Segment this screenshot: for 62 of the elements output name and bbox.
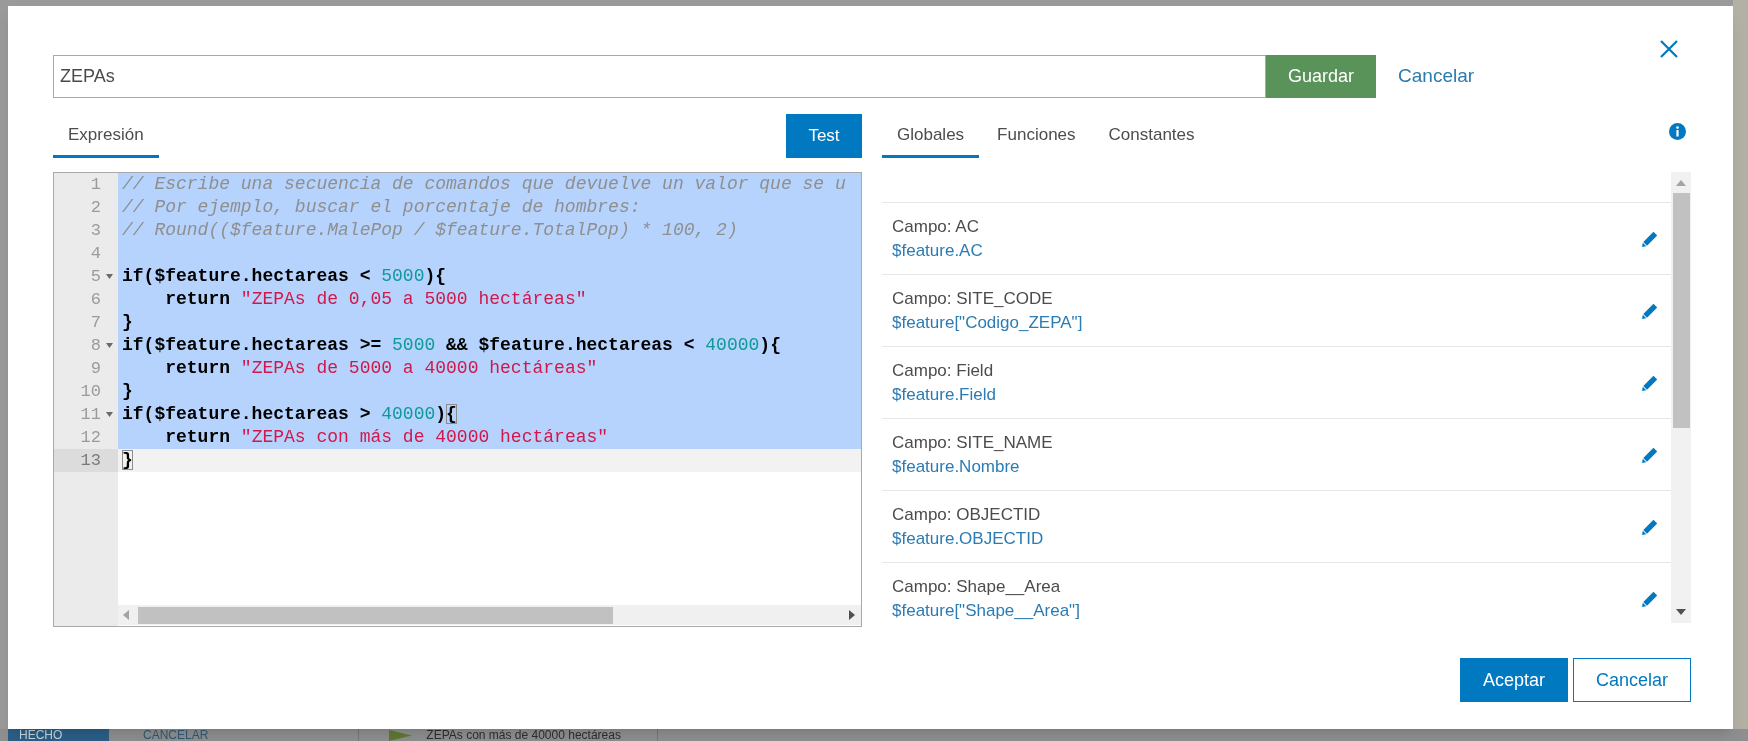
global-list-item[interactable]: Campo: OBJECTID $feature.OBJECTID bbox=[882, 490, 1671, 562]
line-number: 5 bbox=[89, 266, 101, 288]
field-expression: $feature.Nombre bbox=[892, 455, 1021, 478]
field-label: Campo: OBJECTID bbox=[892, 503, 1042, 526]
scrollbar-thumb[interactable] bbox=[138, 606, 613, 624]
line-number: 1 bbox=[89, 174, 101, 196]
close-icon[interactable] bbox=[1659, 40, 1679, 58]
pencil-icon[interactable] bbox=[1642, 518, 1658, 535]
save-button[interactable]: Guardar bbox=[1266, 55, 1377, 98]
tab[interactable]: Globales bbox=[882, 114, 980, 158]
tab[interactable]: Funciones bbox=[982, 114, 1091, 158]
cancel-button[interactable]: Cancelar bbox=[1572, 658, 1691, 702]
scroll-right-icon[interactable] bbox=[849, 610, 855, 620]
global-list-item[interactable]: Campo: Shape__Area $feature["Shape__Area"] bbox=[882, 562, 1671, 627]
vertical-scrollbar[interactable] bbox=[1671, 172, 1691, 623]
name-field[interactable]: ZEPAs bbox=[53, 55, 1266, 98]
fold-arrow-icon[interactable] bbox=[106, 274, 113, 279]
global-list-item[interactable]: Campo: Field $feature.Field bbox=[882, 346, 1671, 418]
field-label: Campo: SITE_CODE bbox=[892, 287, 1054, 310]
fold-arrow-icon[interactable] bbox=[106, 343, 113, 348]
horizontal-scrollbar[interactable] bbox=[118, 605, 861, 625]
field-expression: $feature.OBJECTID bbox=[892, 527, 1044, 550]
field-expression: $feature.Field bbox=[892, 383, 996, 406]
triangle-icon bbox=[389, 730, 413, 741]
fold-arrow-icon[interactable] bbox=[106, 412, 113, 417]
line-number: 9 bbox=[89, 358, 101, 380]
field-label: Campo: Field bbox=[892, 359, 995, 382]
field-expression: $feature["Codigo_ZEPA"] bbox=[892, 311, 1083, 334]
line-number: 3 bbox=[89, 220, 101, 242]
pencil-icon[interactable] bbox=[1642, 230, 1658, 247]
scroll-down-icon[interactable] bbox=[1676, 609, 1686, 615]
pencil-icon[interactable] bbox=[1642, 302, 1658, 319]
field-label: Campo: SITE_NAME bbox=[892, 431, 1053, 454]
accept-button[interactable]: Aceptar bbox=[1459, 658, 1568, 702]
code-editor[interactable] bbox=[53, 172, 862, 627]
line-number: 11 bbox=[79, 404, 101, 426]
field-label: Campo: AC bbox=[892, 215, 980, 238]
field-label: Campo: Shape__Area bbox=[892, 575, 1062, 598]
line-number: 7 bbox=[89, 312, 101, 334]
legend-label: ZEPAs con más de 40000 hectáreas bbox=[426, 729, 621, 741]
line-number: 8 bbox=[89, 335, 101, 357]
line-number: 4 bbox=[89, 243, 101, 265]
pencil-icon[interactable] bbox=[1642, 374, 1658, 391]
scrollbar-thumb[interactable] bbox=[1672, 193, 1690, 428]
pencil-icon[interactable] bbox=[1642, 446, 1658, 463]
line-number: 2 bbox=[89, 197, 101, 219]
test-button[interactable]: Test bbox=[786, 114, 862, 158]
global-list-item[interactable]: Campo: AC $feature.AC bbox=[882, 202, 1671, 274]
field-expression: $feature.AC bbox=[892, 239, 983, 262]
tab[interactable]: Expresión bbox=[53, 114, 159, 158]
global-list-item[interactable]: Campo: SITE_NAME $feature.Nombre bbox=[882, 418, 1671, 490]
line-number: 12 bbox=[79, 427, 101, 449]
line-number: 10 bbox=[79, 381, 101, 403]
line-number: 6 bbox=[89, 289, 101, 311]
info-icon[interactable] bbox=[1669, 123, 1686, 140]
field-expression: $feature["Shape__Area"] bbox=[892, 599, 1080, 622]
cancel-link[interactable]: Cancelar bbox=[1398, 62, 1475, 91]
tab[interactable]: Constantes bbox=[1093, 114, 1210, 158]
pencil-icon[interactable] bbox=[1642, 590, 1658, 607]
line-number: 13 bbox=[79, 450, 101, 472]
global-list-item[interactable]: Campo: SITE_CODE $feature["Codigo_ZEPA"] bbox=[882, 274, 1671, 346]
done-button[interactable]: HECHO bbox=[8, 729, 109, 741]
